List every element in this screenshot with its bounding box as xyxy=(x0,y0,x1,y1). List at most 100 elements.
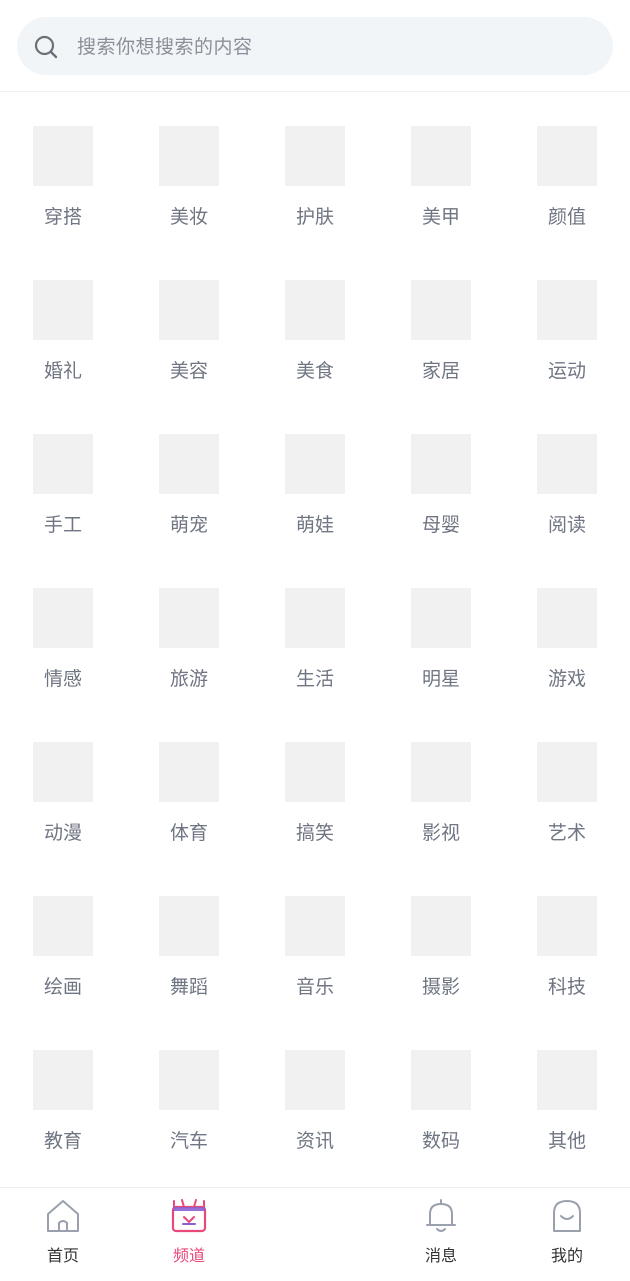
channel-item[interactable]: 教育 xyxy=(0,1016,126,1170)
channel-item[interactable]: 明星 xyxy=(378,554,504,708)
channel-item[interactable]: 情感 xyxy=(0,554,126,708)
channel-item[interactable]: 婚礼 xyxy=(0,246,126,400)
channel-label: 搞笑 xyxy=(295,822,334,844)
channel-item[interactable]: 运动 xyxy=(504,246,630,400)
channel-thumbnail xyxy=(33,280,93,340)
channel-label: 音乐 xyxy=(295,976,334,998)
channel-item[interactable]: 旅游 xyxy=(126,554,252,708)
channel-item[interactable]: 美甲 xyxy=(378,92,504,246)
channel-label: 旅游 xyxy=(169,668,208,690)
channel-thumbnail xyxy=(285,126,345,186)
search-input[interactable]: 搜索你想搜索的内容 xyxy=(77,34,253,60)
channel-label: 美食 xyxy=(295,360,334,382)
channel-label: 萌娃 xyxy=(295,514,334,536)
channel-label: 美妆 xyxy=(169,206,208,228)
channel-item[interactable]: 体育 xyxy=(126,708,252,862)
channel-item[interactable]: 萌娃 xyxy=(252,400,378,554)
channel-item[interactable]: 汽车 xyxy=(126,1016,252,1170)
channel-thumbnail xyxy=(285,280,345,340)
channel-thumbnail xyxy=(285,742,345,802)
channel-item[interactable]: 阅读 xyxy=(504,400,630,554)
channel-item[interactable]: 摄影 xyxy=(378,862,504,1016)
channel-label: 手工 xyxy=(43,514,82,536)
bottom-tab-bar: 首页 频道 消息 我的 xyxy=(0,1187,630,1280)
channel-thumbnail xyxy=(285,588,345,648)
channel-label: 动漫 xyxy=(43,822,82,844)
channel-label: 绘画 xyxy=(43,976,82,998)
tab-me[interactable]: 我的 xyxy=(504,1188,630,1281)
channel-thumbnail xyxy=(159,434,219,494)
channel-label: 颜值 xyxy=(547,206,586,228)
channel-item[interactable]: 游戏 xyxy=(504,554,630,708)
tab-home-label: 首页 xyxy=(46,1246,79,1265)
channel-item[interactable]: 舞蹈 xyxy=(126,862,252,1016)
tab-messages-label: 消息 xyxy=(424,1246,457,1265)
channel-label: 体育 xyxy=(169,822,208,844)
channel-item[interactable]: 美容 xyxy=(126,246,252,400)
channel-thumbnail xyxy=(33,126,93,186)
channel-label: 艺术 xyxy=(547,822,586,844)
channel-item[interactable]: 穿搭 xyxy=(0,92,126,246)
channel-label: 其他 xyxy=(547,1130,586,1152)
channel-thumbnail xyxy=(537,896,597,956)
channel-thumbnail xyxy=(159,126,219,186)
user-icon xyxy=(553,1200,581,1232)
channel-label: 母婴 xyxy=(421,514,460,536)
channel-label: 摄影 xyxy=(421,976,460,998)
channel-item[interactable]: 绘画 xyxy=(0,862,126,1016)
channel-item[interactable]: 其他 xyxy=(504,1016,630,1170)
channel-thumbnail xyxy=(285,896,345,956)
channel-label: 数码 xyxy=(421,1130,460,1152)
channel-label: 汽车 xyxy=(169,1130,208,1152)
channel-label: 情感 xyxy=(43,668,82,690)
tab-messages[interactable]: 消息 xyxy=(378,1188,504,1281)
channel-thumbnail xyxy=(537,280,597,340)
channel-label: 运动 xyxy=(547,360,586,382)
channel-item[interactable]: 护肤 xyxy=(252,92,378,246)
channel-thumbnail xyxy=(537,1050,597,1110)
tab-channel-label: 频道 xyxy=(172,1246,205,1265)
channel-thumbnail xyxy=(411,126,471,186)
channel-item[interactable]: 手工 xyxy=(0,400,126,554)
channel-item[interactable]: 美妆 xyxy=(126,92,252,246)
channel-item[interactable]: 动漫 xyxy=(0,708,126,862)
channel-item[interactable]: 资讯 xyxy=(252,1016,378,1170)
channel-label: 游戏 xyxy=(547,668,586,690)
channel-label: 影视 xyxy=(421,822,460,844)
channel-label: 生活 xyxy=(295,668,334,690)
channel-item[interactable]: 科技 xyxy=(504,862,630,1016)
channel-thumbnail xyxy=(411,588,471,648)
tv-icon xyxy=(171,1199,207,1233)
channel-thumbnail xyxy=(33,1050,93,1110)
channel-thumbnail xyxy=(159,280,219,340)
channel-item[interactable]: 颜值 xyxy=(504,92,630,246)
channel-thumbnail xyxy=(33,434,93,494)
channel-label: 阅读 xyxy=(547,514,586,536)
channel-item[interactable]: 生活 xyxy=(252,554,378,708)
channel-item[interactable]: 数码 xyxy=(378,1016,504,1170)
channel-thumbnail xyxy=(285,1050,345,1110)
channel-label: 美容 xyxy=(169,360,208,382)
channel-item[interactable]: 家居 xyxy=(378,246,504,400)
tab-channel[interactable]: 频道 xyxy=(126,1188,252,1281)
channel-label: 婚礼 xyxy=(43,360,82,382)
channel-thumbnail xyxy=(537,588,597,648)
channel-label: 美甲 xyxy=(421,206,460,228)
channel-thumbnail xyxy=(33,742,93,802)
channel-thumbnail xyxy=(33,588,93,648)
channel-item[interactable]: 影视 xyxy=(378,708,504,862)
bell-icon xyxy=(426,1199,456,1232)
channel-item[interactable]: 美食 xyxy=(252,246,378,400)
channel-thumbnail xyxy=(411,1050,471,1110)
channel-item[interactable]: 萌宠 xyxy=(126,400,252,554)
channel-label: 护肤 xyxy=(295,206,334,228)
channel-item[interactable]: 搞笑 xyxy=(252,708,378,862)
channel-item[interactable]: 艺术 xyxy=(504,708,630,862)
search-header: 搜索你想搜索的内容 xyxy=(0,0,630,92)
channel-item[interactable]: 音乐 xyxy=(252,862,378,1016)
channel-label: 萌宠 xyxy=(169,514,208,536)
channel-item[interactable]: 母婴 xyxy=(378,400,504,554)
channel-label: 舞蹈 xyxy=(169,976,208,998)
channel-label: 穿搭 xyxy=(43,206,82,228)
tab-home[interactable]: 首页 xyxy=(0,1188,126,1281)
